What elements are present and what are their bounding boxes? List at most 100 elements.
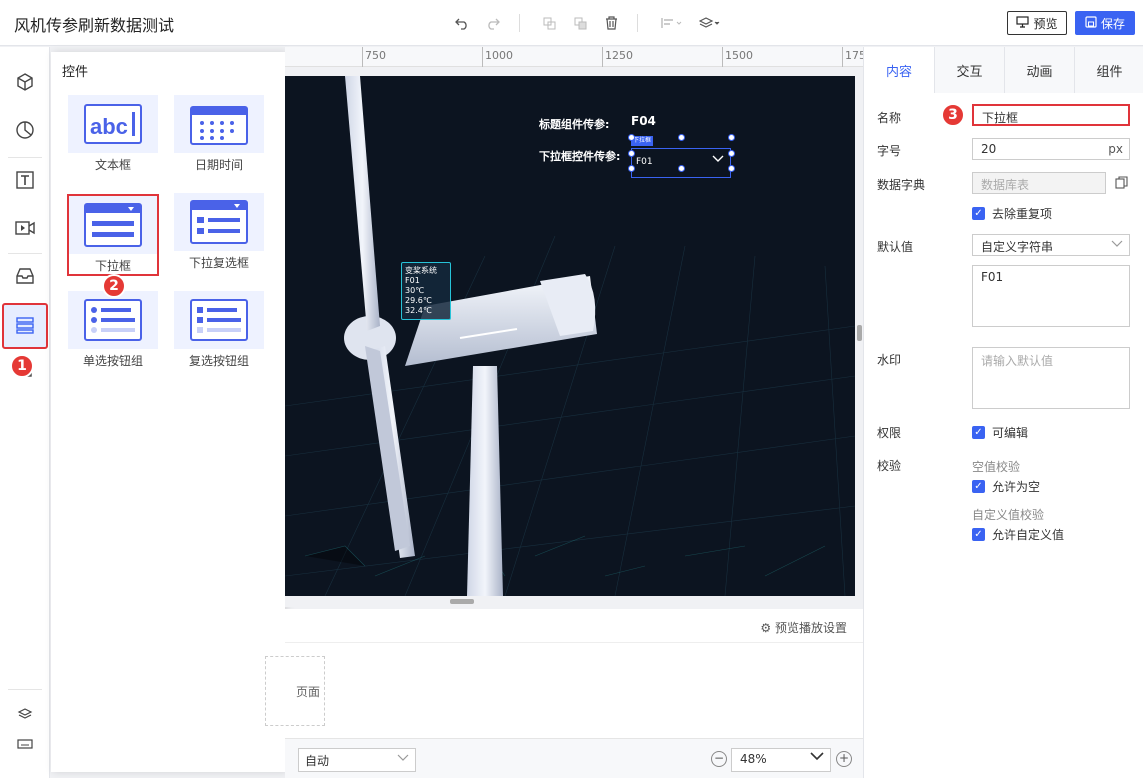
empty-validation-title: 空值校验 <box>972 460 1021 474</box>
page-thumbnail[interactable]: 页面 <box>265 656 325 726</box>
checkbox-group-icon <box>174 291 264 349</box>
resize-handle[interactable] <box>728 150 735 157</box>
default-type-select[interactable]: 自定义字符串 <box>972 234 1130 256</box>
copy-icon[interactable] <box>538 12 560 34</box>
rail-item-text[interactable] <box>5 161 45 201</box>
vertical-scrollbar[interactable] <box>857 325 862 341</box>
svg-text:abc: abc <box>90 114 128 139</box>
rail-item-layers[interactable] <box>5 701 45 729</box>
chevron-down-icon <box>810 750 824 765</box>
checkmark-icon: ✓ <box>972 528 985 541</box>
toolbar-divider <box>519 14 520 32</box>
name-label: 名称 <box>877 111 902 125</box>
title-param-value: F04 <box>631 114 656 128</box>
rail-item-chart[interactable] <box>5 111 45 151</box>
horizontal-ruler: 750 1000 1250 1500 175 <box>285 47 866 67</box>
checkmark-icon: ✓ <box>972 207 985 220</box>
custom-validation-title: 自定义值校验 <box>972 508 1045 522</box>
font-size-input[interactable]: 20 px <box>972 138 1130 160</box>
property-tabs: 内容 交互 动画 组件 <box>864 47 1143 93</box>
horizontal-scrollbar[interactable] <box>450 599 474 604</box>
widget-dropdown[interactable]: 下拉框 <box>67 194 159 276</box>
chevron-down-icon <box>397 751 409 765</box>
resize-handle[interactable] <box>628 165 635 172</box>
bottom-footer: 自动 − 48% + <box>285 738 863 778</box>
allow-empty-checkbox[interactable]: ✓ 允许为空 <box>972 478 1040 495</box>
widget-date-time[interactable]: 日期时间 <box>174 95 264 173</box>
layers-icon <box>17 707 33 724</box>
app-title: 风机传参刷新数据测试 <box>14 16 175 35</box>
preview-button[interactable]: 预览 <box>1007 11 1067 35</box>
paste-icon[interactable] <box>569 12 591 34</box>
zoom-out-button[interactable]: − <box>711 751 727 767</box>
dropdown-icon <box>69 196 157 254</box>
zoom-in-button[interactable]: + <box>836 751 852 767</box>
watermark-label: 水印 <box>877 353 902 367</box>
monitor-icon <box>1016 15 1030 31</box>
text-box-icon: abc <box>68 95 158 153</box>
font-size-label: 字号 <box>877 144 902 158</box>
resize-handle[interactable] <box>628 134 635 141</box>
rail-item-media[interactable] <box>5 209 45 249</box>
design-canvas[interactable]: 标题组件传参: F04 下拉框控件传参: 下拉框 F01 变桨系统 F01 30… <box>285 67 863 607</box>
save-icon <box>1085 15 1097 31</box>
widget-panel-title: 控件 <box>62 65 89 80</box>
rail-item-container[interactable] <box>5 257 45 297</box>
data-dict-input[interactable]: 数据库表 <box>972 172 1106 194</box>
resize-handle[interactable] <box>678 165 685 172</box>
cube-icon <box>15 72 35 95</box>
title-param-label: 标题组件传参: <box>539 118 610 131</box>
rail-item-keyboard[interactable] <box>5 731 45 759</box>
redo-icon[interactable] <box>482 12 504 34</box>
dedupe-checkbox[interactable]: ✓ 去除重复项 <box>972 205 1052 222</box>
text-icon <box>15 170 35 193</box>
property-panel: 内容 交互 动画 组件 名称 下拉框 字号 20 px 数据字典 数据库表 ✓ … <box>863 47 1143 778</box>
tab-animation[interactable]: 动画 <box>1004 47 1074 93</box>
watermark-textarea[interactable]: 请输入默认值 <box>972 347 1130 409</box>
canvas-dropdown[interactable]: F01 <box>631 148 731 178</box>
copy-icon[interactable] <box>1115 176 1128 192</box>
widget-radio-group[interactable]: 单选按钮组 <box>68 291 158 369</box>
widget-dropdown-multi[interactable]: 下拉复选框 <box>174 193 264 271</box>
rail-item-controls[interactable] <box>2 303 48 349</box>
delete-icon[interactable] <box>600 12 622 34</box>
name-input[interactable]: 下拉框 <box>972 104 1130 126</box>
save-button[interactable]: 保存 <box>1075 11 1135 35</box>
tab-content[interactable]: 内容 <box>864 47 934 93</box>
turbine-scene[interactable]: 标题组件传参: F04 下拉框控件传参: 下拉框 F01 变桨系统 F01 30… <box>285 76 855 596</box>
widget-checkbox-group[interactable]: 复选按钮组 <box>174 291 264 369</box>
video-icon <box>14 219 36 240</box>
resize-handle[interactable] <box>628 150 635 157</box>
rail-divider <box>8 689 42 690</box>
preview-settings-link[interactable]: ⚙ 预览播放设置 <box>760 619 847 636</box>
default-value-label: 默认值 <box>877 240 914 254</box>
rail-divider <box>8 157 42 158</box>
keyboard-icon <box>17 738 33 753</box>
top-bar: 风机传参刷新数据测试 预览 保存 <box>0 0 1143 46</box>
tab-interaction[interactable]: 交互 <box>934 47 1004 93</box>
permission-label: 权限 <box>877 426 902 440</box>
pie-chart-icon <box>15 120 35 143</box>
bottom-panel: ⚙ 预览播放设置 页面 自动 − 48% + <box>265 609 863 778</box>
align-icon[interactable] <box>658 12 686 34</box>
tab-component[interactable]: 组件 <box>1074 47 1143 93</box>
default-value-textarea[interactable]: F01 <box>972 265 1130 327</box>
resize-handle[interactable] <box>728 134 735 141</box>
form-control-icon <box>15 315 35 338</box>
resize-handle[interactable] <box>728 165 735 172</box>
zoom-select[interactable]: 48% <box>731 748 831 772</box>
step-badge-1: 1 <box>10 354 34 378</box>
editable-checkbox[interactable]: ✓ 可编辑 <box>972 424 1028 441</box>
left-rail <box>0 47 50 778</box>
step-badge-3: 3 <box>941 103 965 127</box>
widget-text-box[interactable]: abc 文本框 <box>68 95 158 173</box>
resize-handle[interactable] <box>678 134 685 141</box>
layers-icon[interactable] <box>696 12 724 34</box>
rail-item-3d[interactable] <box>5 63 45 103</box>
undo-icon[interactable] <box>451 12 473 34</box>
rail-divider <box>8 253 42 254</box>
radio-group-icon <box>68 291 158 349</box>
allow-custom-checkbox[interactable]: ✓ 允许自定义值 <box>972 526 1064 543</box>
calendar-icon <box>174 95 264 153</box>
playback-select[interactable]: 自动 <box>298 748 416 772</box>
